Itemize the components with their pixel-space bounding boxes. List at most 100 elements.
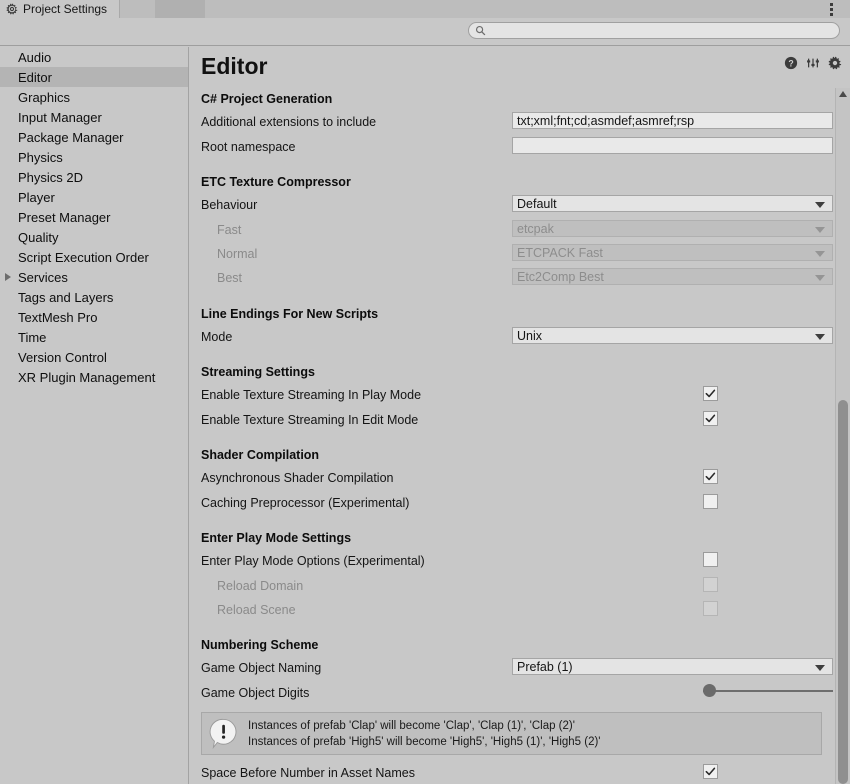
sidebar-item-tags-and-layers[interactable]: Tags and Layers [0,287,188,307]
section-title-etc-texture-compressor: ETC Texture Compressor [201,175,351,189]
sidebar-item-script-execution-order[interactable]: Script Execution Order [0,247,188,267]
behaviour-value: Default [517,197,557,211]
chevron-down-icon [815,275,825,281]
sidebar-item-time[interactable]: Time [0,327,188,347]
editor-settings-panel: Editor ? C# Project Generation [190,47,850,784]
search-icon [475,25,486,36]
numbering-help-box: Instances of prefab 'Clap' will become '… [201,712,822,755]
game-object-naming-dropdown[interactable]: Prefab (1) [512,658,833,675]
sidebar-item-label: Audio [18,50,51,65]
line-endings-mode-dropdown[interactable]: Unix [512,327,833,344]
chevron-down-icon [815,665,825,671]
sidebar-item-label: Package Manager [18,130,124,145]
chevron-down-icon [815,334,825,340]
window-tab-bar: Project Settings [0,0,850,19]
sidebar-item-version-control[interactable]: Version Control [0,347,188,367]
section-title-line-endings: Line Endings For New Scripts [201,307,378,321]
sidebar-item-label: Script Execution Order [18,250,149,265]
check-icon [704,387,717,400]
sidebar-item-graphics[interactable]: Graphics [0,87,188,107]
best-value: Etc2Comp Best [517,270,604,284]
sidebar-item-player[interactable]: Player [0,187,188,207]
project-settings-window: Project Settings Audio Editor Graphics [0,0,850,784]
space-before-number-checkbox[interactable] [703,764,718,779]
sidebar-item-label: Editor [18,70,52,85]
label-space-before-number: Space Before Number in Asset Names [201,766,415,780]
game-object-digits-slider-track[interactable] [703,690,833,692]
fast-dropdown: etcpak [512,220,833,237]
texture-streaming-edit-mode-checkbox[interactable] [703,411,718,426]
search-toolbar [0,18,850,46]
label-additional-extensions: Additional extensions to include [201,115,376,129]
help-line-2: Instances of prefab 'High5' will become … [248,735,601,751]
sidebar-item-textmesh-pro[interactable]: TextMesh Pro [0,307,188,327]
search-input[interactable] [490,24,820,38]
sidebar-item-label: Graphics [18,90,70,105]
additional-extensions-input[interactable] [512,112,833,129]
chevron-right-icon[interactable] [5,273,11,281]
sidebar-item-label: Time [18,330,46,345]
caching-preprocessor-checkbox[interactable] [703,494,718,509]
info-bubble-icon [209,718,239,749]
scroll-up-arrow-icon[interactable] [839,91,847,97]
sidebar-item-label: Services [18,270,68,285]
sidebar-item-preset-manager[interactable]: Preset Manager [0,207,188,227]
sidebar-item-package-manager[interactable]: Package Manager [0,127,188,147]
chevron-down-icon [815,251,825,257]
sidebar-item-services[interactable]: Services [0,267,188,287]
best-dropdown: Etc2Comp Best [512,268,833,285]
enter-play-mode-options-checkbox[interactable] [703,552,718,567]
settings-category-sidebar[interactable]: Audio Editor Graphics Input Manager Pack… [0,47,189,784]
game-object-digits-slider-thumb[interactable] [703,684,716,697]
label-texture-streaming-play-mode: Enable Texture Streaming In Play Mode [201,388,421,402]
panel-header-icons: ? [784,56,842,70]
sidebar-item-label: Physics 2D [18,170,83,185]
scrollbar-thumb[interactable] [838,400,848,784]
async-shader-compilation-checkbox[interactable] [703,469,718,484]
sidebar-item-xr-plugin-management[interactable]: XR Plugin Management [0,367,188,387]
normal-dropdown: ETCPACK Fast [512,244,833,261]
texture-streaming-play-mode-checkbox[interactable] [703,386,718,401]
check-icon [704,470,717,483]
reload-scene-checkbox [703,601,718,616]
label-async-shader-compilation: Asynchronous Shader Compilation [201,471,393,485]
label-game-object-naming: Game Object Naming [201,661,321,675]
normal-value: ETCPACK Fast [517,246,603,260]
label-line-endings-mode: Mode [201,330,232,344]
label-texture-streaming-edit-mode: Enable Texture Streaming In Edit Mode [201,413,418,427]
tab-project-settings[interactable]: Project Settings [0,0,120,18]
sidebar-item-label: XR Plugin Management [18,370,155,385]
svg-text:?: ? [788,59,793,69]
sidebar-item-audio[interactable]: Audio [0,47,188,67]
preset-icon[interactable] [806,56,820,70]
reload-domain-checkbox [703,577,718,592]
sidebar-item-physics-2d[interactable]: Physics 2D [0,167,188,187]
sidebar-item-label: Physics [18,150,63,165]
label-game-object-digits: Game Object Digits [201,686,309,700]
section-title-shader-compilation: Shader Compilation [201,448,319,462]
kebab-menu-icon[interactable] [824,2,838,16]
behaviour-dropdown[interactable]: Default [512,195,833,212]
sidebar-item-editor[interactable]: Editor [0,67,188,87]
kebab-dot [830,8,833,11]
help-icon[interactable]: ? [784,56,798,70]
kebab-dot [830,13,833,16]
label-normal: Normal [217,247,257,261]
label-caching-preprocessor: Caching Preprocessor (Experimental) [201,496,409,510]
sidebar-item-input-manager[interactable]: Input Manager [0,107,188,127]
root-namespace-input[interactable] [512,137,833,154]
tab-bar-empty-area [155,0,205,18]
kebab-dot [830,3,833,6]
sidebar-item-physics[interactable]: Physics [0,147,188,167]
content-vertical-scrollbar[interactable] [835,88,850,784]
search-field[interactable] [468,22,840,39]
numbering-help-text: Instances of prefab 'Clap' will become '… [248,719,601,750]
label-best: Best [217,271,242,285]
gear-icon[interactable] [828,56,842,70]
sidebar-item-quality[interactable]: Quality [0,227,188,247]
chevron-down-icon [815,227,825,233]
fast-value: etcpak [517,222,554,236]
sidebar-item-label: Tags and Layers [18,290,113,305]
sidebar-item-label: TextMesh Pro [18,310,97,325]
section-title-numbering-scheme: Numbering Scheme [201,638,318,652]
